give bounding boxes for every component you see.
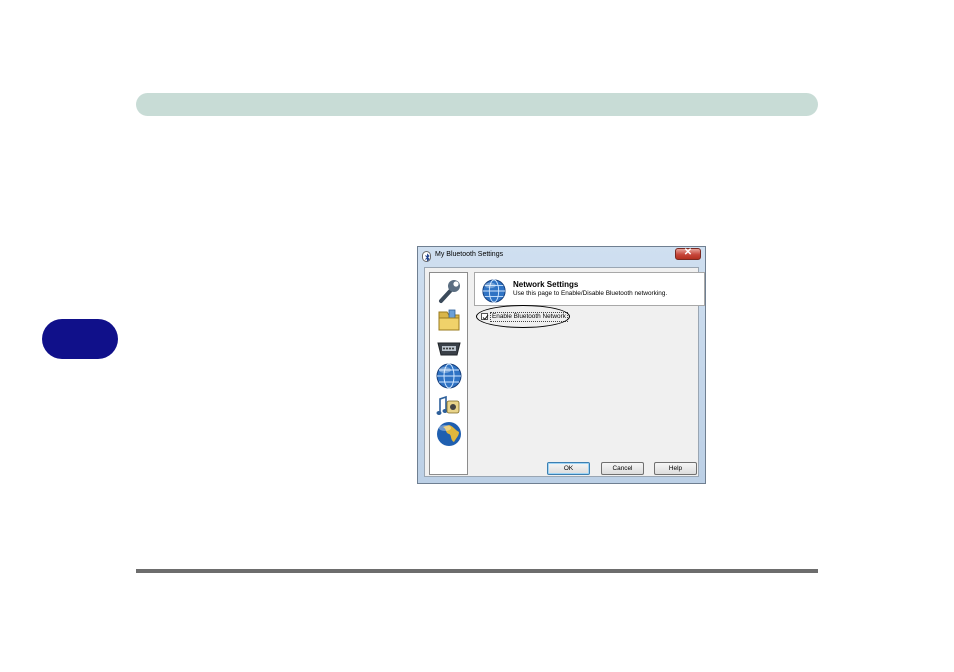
folder-icon[interactable] (435, 306, 463, 334)
settings-category-list (429, 272, 468, 475)
globe-icon[interactable] (435, 420, 463, 448)
window-title: My Bluetooth Settings (435, 251, 504, 258)
audio-music-icon[interactable] (435, 391, 463, 419)
page-footer-rule (136, 569, 818, 573)
title-bar[interactable]: My Bluetooth Settings ✕ (418, 247, 705, 266)
cancel-button[interactable]: Cancel (601, 462, 644, 475)
dialog-client-area: Network Settings Use this page to Enable… (424, 267, 705, 477)
network-globe-icon[interactable] (435, 362, 463, 390)
close-icon: ✕ (683, 247, 693, 258)
highlight-ellipse (476, 305, 570, 328)
chapter-tab (42, 319, 118, 359)
ok-button[interactable]: OK (547, 462, 590, 475)
serial-port-icon[interactable] (435, 335, 463, 363)
bluetooth-icon (422, 251, 431, 262)
help-button[interactable]: Help (654, 462, 697, 475)
network-globe-icon (482, 279, 506, 303)
close-button[interactable]: ✕ (675, 247, 701, 260)
page-header-bar (136, 93, 818, 116)
bluetooth-settings-window: My Bluetooth Settings ✕ Network Settings… (417, 246, 706, 484)
page-title: Network Settings (513, 280, 579, 289)
page-description: Use this page to Enable/Disable Bluetoot… (513, 290, 668, 297)
wrench-icon[interactable] (435, 277, 463, 305)
page-header-box: Network Settings Use this page to Enable… (474, 272, 705, 306)
